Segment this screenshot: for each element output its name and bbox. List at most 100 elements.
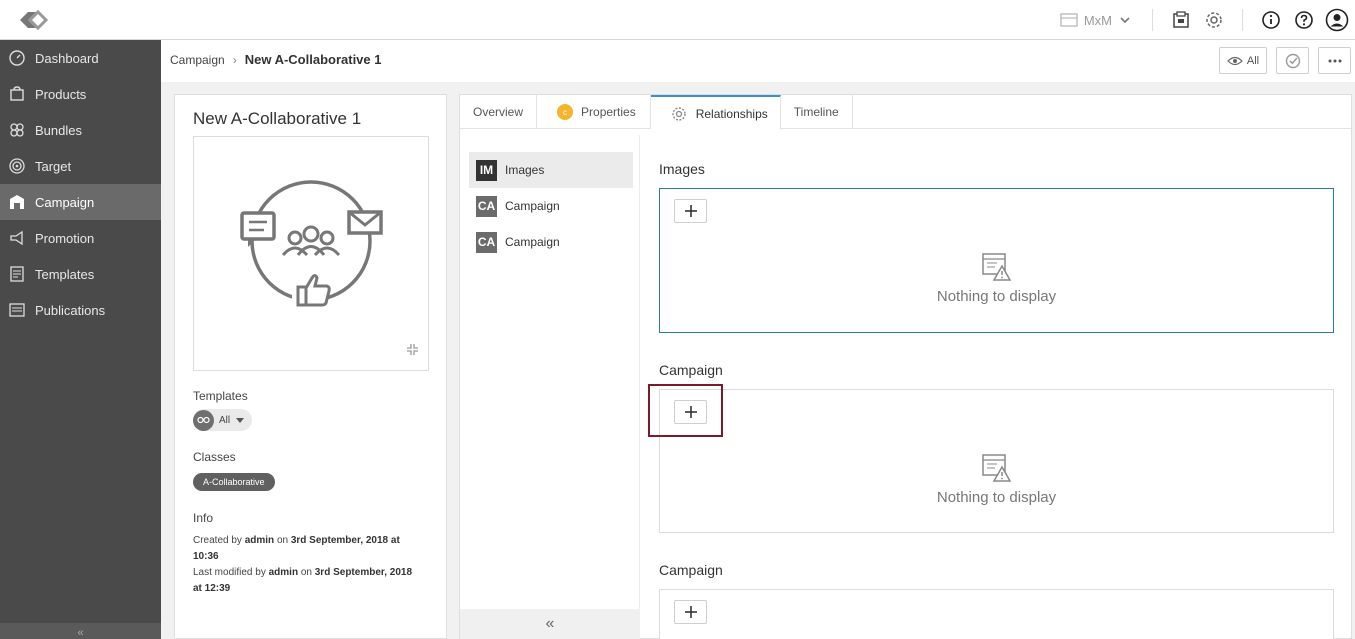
sidebar-item-publications[interactable]: Publications — [0, 292, 161, 328]
sidebar-item-label: Promotion — [35, 230, 95, 246]
target-icon — [8, 157, 26, 175]
relationships-panel: Overview c Properties Relationships Time… — [459, 94, 1352, 639]
sidebar-item-campaign[interactable]: Campaign — [0, 184, 161, 220]
section-title: Images — [659, 161, 705, 177]
help-icon[interactable] — [1288, 4, 1320, 36]
compress-icon[interactable] — [406, 343, 419, 361]
entity-image — [193, 136, 429, 371]
catalog-icon[interactable] — [1165, 4, 1197, 36]
tab-label: Relationships — [695, 106, 768, 121]
sidebar-item-target[interactable]: Target — [0, 148, 161, 184]
plus-icon — [684, 205, 697, 217]
templates-value: All — [219, 414, 231, 426]
tab-label: Overview — [473, 105, 524, 119]
top-bar: MxM — [0, 0, 1355, 40]
breadcrumb-separator: › — [232, 52, 237, 67]
bundles-icon — [8, 121, 26, 139]
templates-selector[interactable]: All — [193, 409, 252, 431]
entity-summary-card: New A-Collaborative 1 Templates All Clas… — [174, 94, 447, 639]
info-icon[interactable] — [1255, 4, 1287, 36]
info-label: Info — [193, 511, 214, 525]
tab-timeline[interactable]: Timeline — [781, 95, 853, 129]
sidebar-item-label: Publications — [35, 302, 106, 318]
user-icon[interactable] — [1321, 4, 1353, 36]
images-section: Nothing to display — [659, 188, 1334, 333]
tab-label: Timeline — [793, 105, 839, 119]
sidebar-item-label: Dashboard — [35, 50, 99, 66]
properties-status-icon: c — [557, 104, 574, 120]
relationship-item-campaign[interactable]: CA Campaign — [469, 224, 633, 260]
tab-label: Properties — [581, 105, 636, 119]
relationship-item-label: Campaign — [505, 199, 560, 213]
collapse-relationship-list-button[interactable]: « — [460, 609, 640, 639]
section-title: Campaign — [659, 562, 723, 578]
breadcrumb-current: New A-Collaborative 1 — [244, 52, 382, 67]
caret-down-icon — [236, 417, 245, 423]
no-data-icon — [981, 454, 1011, 482]
more-horizontal-icon — [1328, 59, 1341, 62]
settings-icon[interactable] — [1198, 4, 1230, 36]
sidebar: Dashboard Products Bundles Target Campai… — [0, 40, 161, 639]
view-all-button[interactable]: All — [1219, 47, 1267, 74]
view-all-label: All — [1246, 54, 1260, 67]
breadcrumb-parent-link[interactable]: Campaign — [170, 53, 225, 67]
tab-overview[interactable]: Overview — [460, 95, 538, 129]
empty-state-text: Nothing to display — [936, 489, 1057, 506]
modified-by-user: admin — [268, 567, 299, 578]
breadcrumb-bar: Campaign › New A-Collaborative 1 All — [161, 40, 1355, 82]
modified-on: on — [300, 567, 312, 578]
templates-label: Templates — [193, 389, 248, 403]
promotion-icon — [8, 229, 26, 247]
relationships-icon — [671, 106, 687, 122]
relationship-code-badge: CA — [476, 231, 497, 253]
sidebar-item-bundles[interactable]: Bundles — [0, 112, 161, 148]
store-selector[interactable]: MxM — [1060, 12, 1138, 28]
info-text: Created by admin on 3rd September, 2018 … — [193, 533, 423, 597]
section-title: Campaign — [659, 362, 723, 378]
campaign-section — [659, 589, 1334, 639]
created-prefix: Created by — [193, 535, 242, 546]
sidebar-collapse-button[interactable]: « — [0, 623, 161, 639]
divider — [1242, 9, 1243, 31]
classes-label: Classes — [193, 450, 236, 464]
campaign-icon — [8, 193, 26, 211]
approve-button[interactable] — [1276, 47, 1309, 74]
sidebar-item-promotion[interactable]: Promotion — [0, 220, 161, 256]
sidebar-item-label: Templates — [35, 266, 95, 282]
class-badge[interactable]: A-Collaborative — [193, 473, 275, 491]
sidebar-item-label: Bundles — [35, 122, 82, 138]
add-image-button[interactable] — [674, 199, 707, 223]
relationship-item-images[interactable]: IM Images — [469, 152, 633, 188]
sidebar-item-products[interactable]: Products — [0, 76, 161, 112]
sidebar-item-label: Products — [35, 86, 87, 102]
collaboration-illustration-icon — [240, 180, 383, 307]
tab-properties[interactable]: c Properties — [537, 95, 651, 129]
relationship-code-badge: CA — [476, 195, 497, 217]
chevron-down-icon — [1120, 17, 1130, 24]
campaign-section: Nothing to display — [659, 389, 1334, 533]
empty-state-text: Nothing to display — [936, 288, 1057, 305]
tab-relationships[interactable]: Relationships — [650, 95, 781, 130]
plus-icon — [684, 606, 697, 618]
templates-icon — [8, 265, 26, 283]
eye-icon — [1227, 56, 1243, 65]
relationship-item-campaign[interactable]: CA Campaign — [469, 188, 633, 224]
sidebar-item-label: Campaign — [35, 194, 95, 210]
check-badge-icon — [1285, 53, 1300, 68]
relationship-item-label: Campaign — [505, 235, 560, 249]
add-campaign-button[interactable] — [674, 600, 707, 624]
entity-title: New A-Collaborative 1 — [193, 109, 362, 128]
no-data-icon — [981, 253, 1011, 281]
logo-icon[interactable] — [16, 6, 50, 34]
modified-prefix: Last modified by — [193, 567, 266, 578]
glasses-icon — [193, 409, 214, 431]
breadcrumb: Campaign › New A-Collaborative 1 — [170, 52, 381, 67]
more-options-button[interactable] — [1318, 47, 1351, 74]
relationship-code-badge: IM — [476, 159, 497, 181]
store-label: MxM — [1083, 12, 1112, 28]
empty-state: Nothing to display — [660, 253, 1333, 305]
sidebar-item-templates[interactable]: Templates — [0, 256, 161, 292]
empty-state: Nothing to display — [660, 454, 1333, 506]
sidebar-item-dashboard[interactable]: Dashboard — [0, 40, 161, 76]
tab-bar: Overview c Properties Relationships Time… — [460, 95, 1351, 130]
